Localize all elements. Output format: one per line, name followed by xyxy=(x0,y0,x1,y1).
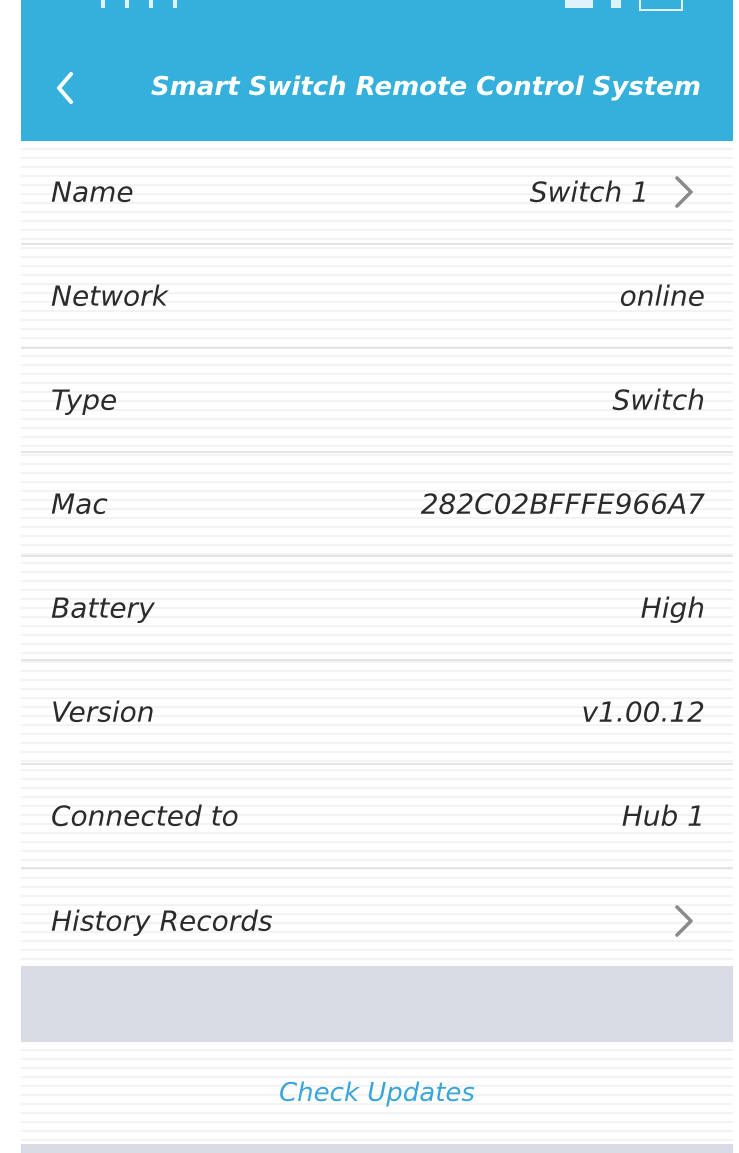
row-history-records[interactable]: History Records xyxy=(21,869,733,973)
row-battery: Battery High xyxy=(21,557,733,661)
chevron-left-icon xyxy=(57,72,73,104)
battery-icon xyxy=(639,0,683,11)
row-value: online xyxy=(619,279,705,313)
row-mac: Mac 282C02BFFFE966A7 xyxy=(21,453,733,557)
row-label: Network xyxy=(51,279,168,313)
row-type: Type Switch xyxy=(21,349,733,453)
chevron-right-icon xyxy=(675,905,693,937)
row-value: Switch 1 xyxy=(529,175,649,209)
chevron-right-icon xyxy=(675,176,693,208)
wifi-icon xyxy=(611,0,621,8)
row-value: High xyxy=(640,591,705,625)
row-label: Mac xyxy=(51,487,108,521)
row-label: Name xyxy=(51,175,134,209)
device-info-list: Name Switch 1 Network online Type Switch… xyxy=(21,141,733,973)
bottom-divider xyxy=(21,1144,733,1153)
row-label: History Records xyxy=(51,904,273,938)
cellular-signal-icon xyxy=(565,0,593,8)
row-version: Version v1.00.12 xyxy=(21,661,733,765)
row-name[interactable]: Name Switch 1 xyxy=(21,141,733,245)
signal-dots-icon xyxy=(101,0,221,8)
row-value: 282C02BFFFE966A7 xyxy=(420,487,705,521)
navigation-bar: Smart Switch Remote Control System ... xyxy=(21,34,733,141)
row-label: Version xyxy=(51,695,155,729)
row-label: Type xyxy=(51,383,118,417)
check-updates-button[interactable]: Check Updates xyxy=(21,1042,733,1144)
row-label: Connected to xyxy=(51,799,239,833)
app-screen: Smart Switch Remote Control System ... N… xyxy=(21,0,733,1153)
status-icons xyxy=(565,0,683,11)
row-connected-to: Connected to Hub 1 xyxy=(21,765,733,869)
page-title: Smart Switch Remote Control System ... xyxy=(151,72,711,102)
row-network: Network online xyxy=(21,245,733,349)
row-value: Hub 1 xyxy=(621,799,705,833)
row-label: Battery xyxy=(51,591,155,625)
row-value: v1.00.12 xyxy=(581,695,705,729)
back-button[interactable] xyxy=(47,68,83,108)
status-bar xyxy=(21,0,733,34)
section-divider xyxy=(21,966,733,1042)
check-updates-label: Check Updates xyxy=(279,1078,475,1108)
row-value: Switch xyxy=(612,383,705,417)
